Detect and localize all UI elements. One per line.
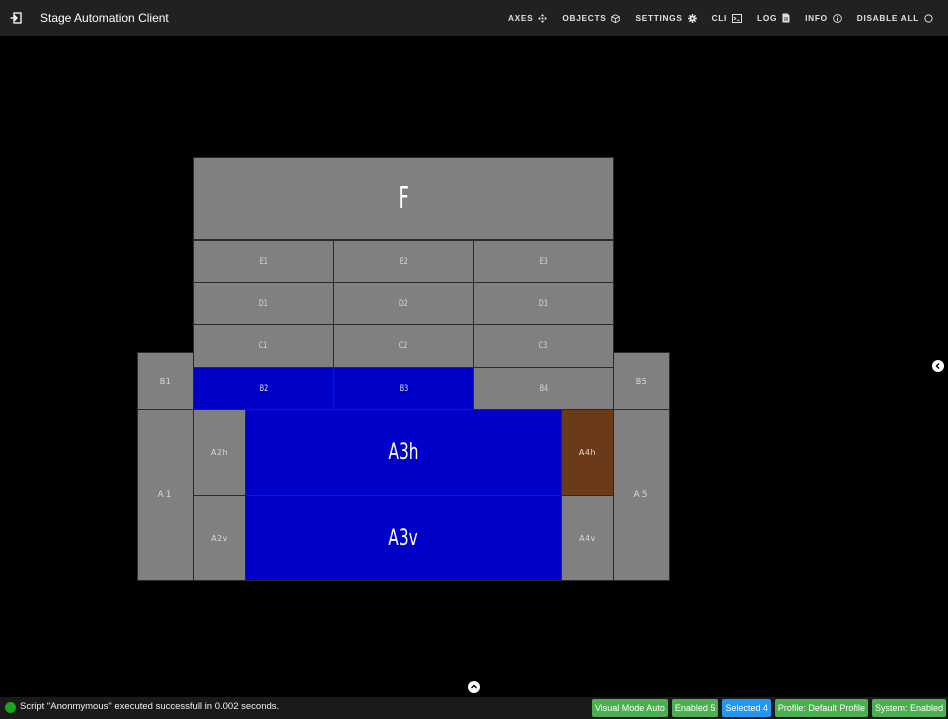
nav-axes-label: AXES	[507, 13, 534, 23]
stage-element-label: A5	[633, 490, 650, 500]
nav-log-label: LOG	[757, 13, 778, 23]
stage-element-b1[interactable]: B1	[137, 352, 194, 410]
gear-icon	[687, 13, 697, 23]
stage-element-label: A3v	[388, 525, 419, 551]
stage-element-label: E3	[539, 256, 548, 267]
stage-element-a1[interactable]: A1	[137, 409, 194, 581]
stage-element-b4[interactable]: B4	[473, 367, 614, 410]
stage-element-c1[interactable]: C1	[193, 324, 334, 368]
nav-settings-label: SETTINGS	[635, 13, 683, 23]
app-title: Stage Automation Client	[40, 11, 169, 25]
stage-element-d3[interactable]: D3	[473, 282, 614, 325]
stage-element-label: C2	[399, 341, 408, 351]
stage-element-a2v[interactable]: A2v	[193, 495, 246, 581]
logout-icon	[10, 12, 22, 24]
stage-element-label: A2h	[210, 448, 229, 457]
stage-element-label: A1	[157, 490, 174, 500]
chevron-up-icon	[471, 684, 477, 689]
stage-element-a5[interactable]: A5	[613, 409, 670, 581]
chevron-left-icon	[935, 363, 940, 369]
stage-element-label: B1	[159, 376, 172, 386]
stage-element-a2h[interactable]: A2h	[193, 409, 246, 496]
stage-element-b5[interactable]: B5	[613, 352, 670, 410]
visual-mode-badge[interactable]: Visual Mode Auto	[591, 699, 668, 717]
stage-element-label: A3h	[388, 440, 419, 465]
stage-element-d2[interactable]: D2	[333, 282, 474, 325]
stage-element-e3[interactable]: E3	[473, 240, 614, 283]
terminal-icon	[732, 13, 743, 23]
stage-element-label: A2v	[211, 533, 228, 543]
stage-element-a4h[interactable]: A4h	[561, 409, 614, 496]
stage-element-b2[interactable]: B2	[193, 367, 334, 410]
stage-element-a4v[interactable]: A4v	[561, 495, 614, 581]
nav-log-button[interactable]: LOG	[757, 13, 790, 23]
top-app-bar: Stage Automation Client AXES OBJECTS SET…	[0, 0, 948, 36]
stage-element-label: D3	[539, 298, 548, 309]
stage-element-label: C3	[539, 341, 548, 351]
nav-settings-button[interactable]: SETTINGS	[635, 13, 697, 23]
stage-element-a3v[interactable]: A3v	[245, 495, 562, 581]
system-status-badge[interactable]: System: Enabled	[871, 699, 946, 717]
stage-element-a3h[interactable]: A3h	[245, 409, 562, 496]
nav-axes-button[interactable]: AXES	[507, 13, 548, 23]
selected-count-badge[interactable]: Selected 4	[722, 699, 771, 717]
stage-element-label: F	[398, 181, 409, 216]
stage-element-d1[interactable]: D1	[193, 282, 334, 325]
stage-element-b3[interactable]: B3	[333, 367, 474, 410]
power-icon	[924, 13, 933, 23]
stage-element-label: B5	[635, 376, 648, 386]
stage-element-label: B2	[259, 383, 268, 394]
cube-icon	[611, 13, 621, 23]
stage-element-e2[interactable]: E2	[333, 240, 474, 283]
side-panel-toggle-button[interactable]	[932, 360, 944, 372]
enabled-count-badge[interactable]: Enabled 5	[671, 699, 719, 717]
bottom-panel-toggle-button[interactable]	[468, 681, 480, 693]
top-nav: AXES OBJECTS SETTINGS CLI LOG INFO DISAB…	[493, 0, 933, 36]
stage-element-label: A4h	[578, 448, 597, 457]
file-icon	[782, 13, 790, 23]
status-indicator-icon	[5, 702, 16, 713]
nav-disable-all-button[interactable]: DISABLE ALL	[857, 13, 933, 23]
nav-objects-button[interactable]: OBJECTS	[562, 13, 621, 23]
nav-disable-all-label: DISABLE ALL	[856, 13, 919, 23]
nav-objects-label: OBJECTS	[562, 13, 607, 23]
stage-element-label: E2	[399, 256, 408, 267]
stage-element-f[interactable]: F	[193, 157, 614, 240]
status-message: Script "Anonmymous" executed successfull…	[20, 701, 280, 712]
stage-element-label: E1	[259, 256, 268, 267]
nav-info-label: INFO	[805, 13, 828, 23]
stage-element-label: D1	[259, 298, 268, 309]
nav-cli-button[interactable]: CLI	[711, 13, 743, 23]
status-bar: Script "Anonmymous" executed successfull…	[0, 697, 948, 719]
stage-element-c2[interactable]: C2	[333, 324, 474, 368]
stage-element-e1[interactable]: E1	[193, 240, 334, 283]
profile-badge[interactable]: Profile: Default Profile	[774, 699, 868, 717]
stage-element-label: A4v	[579, 533, 596, 543]
stage-element-c3[interactable]: C3	[473, 324, 614, 368]
stage-element-label: B3	[399, 383, 408, 394]
nav-cli-label: CLI	[711, 13, 728, 23]
logout-button[interactable]	[1, 0, 31, 36]
stage-element-label: C1	[259, 341, 268, 351]
info-icon	[832, 13, 842, 23]
nav-info-button[interactable]: INFO	[805, 13, 842, 23]
stage-element-label: B4	[539, 383, 548, 394]
status-badges: Visual Mode Auto Enabled 5 Selected 4 Pr…	[588, 699, 946, 717]
move-icon	[538, 13, 548, 23]
stage-element-label: D2	[399, 298, 408, 309]
